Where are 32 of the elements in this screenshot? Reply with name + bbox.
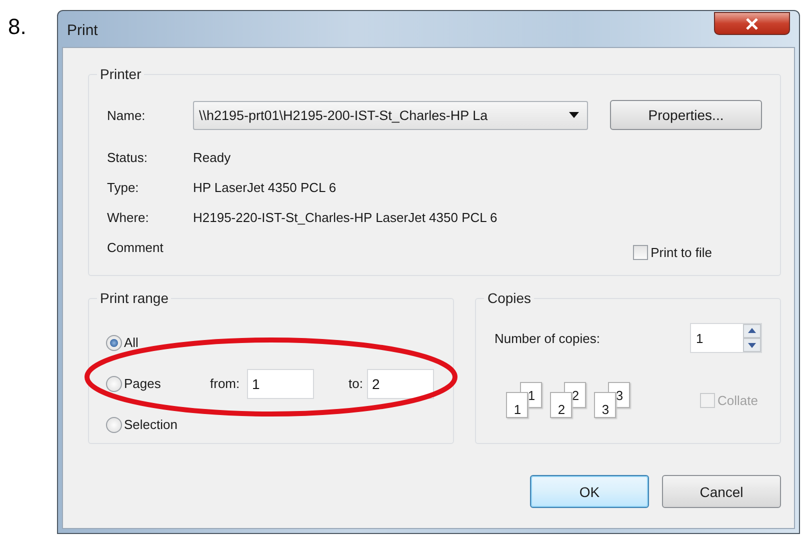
field-label: from: — [210, 376, 241, 391]
copies-spinner[interactable]: 1 — [690, 323, 762, 353]
from-page-field[interactable]: 1 — [247, 368, 314, 398]
info-label: Type: — [107, 180, 140, 194]
info-value: HP LaserJet 4350 PCL 6 — [193, 180, 338, 194]
collate-pages-drawing: 1 1 2 2 3 3 — [506, 382, 632, 418]
properties-button[interactable]: Properties... — [610, 100, 762, 130]
spin-arrows-icon — [743, 324, 761, 352]
to-page-field[interactable]: 2 — [367, 368, 434, 398]
group-title: Copies — [486, 290, 532, 306]
radio-option[interactable]: Selection — [106, 416, 210, 432]
info-label: Where: — [107, 210, 150, 224]
info-label: Comment — [107, 240, 164, 254]
close-button[interactable] — [714, 12, 790, 35]
caret-icon — [569, 112, 579, 118]
list-number: 8. — [7, 13, 28, 40]
close-icon — [745, 18, 759, 30]
cancel-button[interactable]: Cancel — [662, 475, 781, 508]
radio-option[interactable]: All — [106, 334, 210, 350]
printer-dropdown[interactable]: \\h2195-prt01\H2195-200-IST-St_Charles-HP La — [193, 100, 588, 130]
group-title: Printer — [99, 66, 142, 82]
field-label: Name: — [107, 108, 146, 122]
info-value: H2195-220-IST-St_Charles-HP LaserJet 4350 PCL 6 — [193, 210, 498, 224]
info-label: Status: — [107, 150, 148, 164]
field-label: Number of copies: — [494, 330, 600, 346]
field-label: to: — [348, 376, 363, 391]
ok-button[interactable]: OK — [530, 475, 649, 508]
info-value: Ready — [193, 150, 232, 164]
print-to-file-checkbox[interactable]: Print to file — [632, 244, 712, 260]
window-title: Print — [66, 21, 98, 39]
group-title: Print range — [99, 290, 170, 306]
radio-option[interactable]: Pages — [106, 376, 210, 392]
